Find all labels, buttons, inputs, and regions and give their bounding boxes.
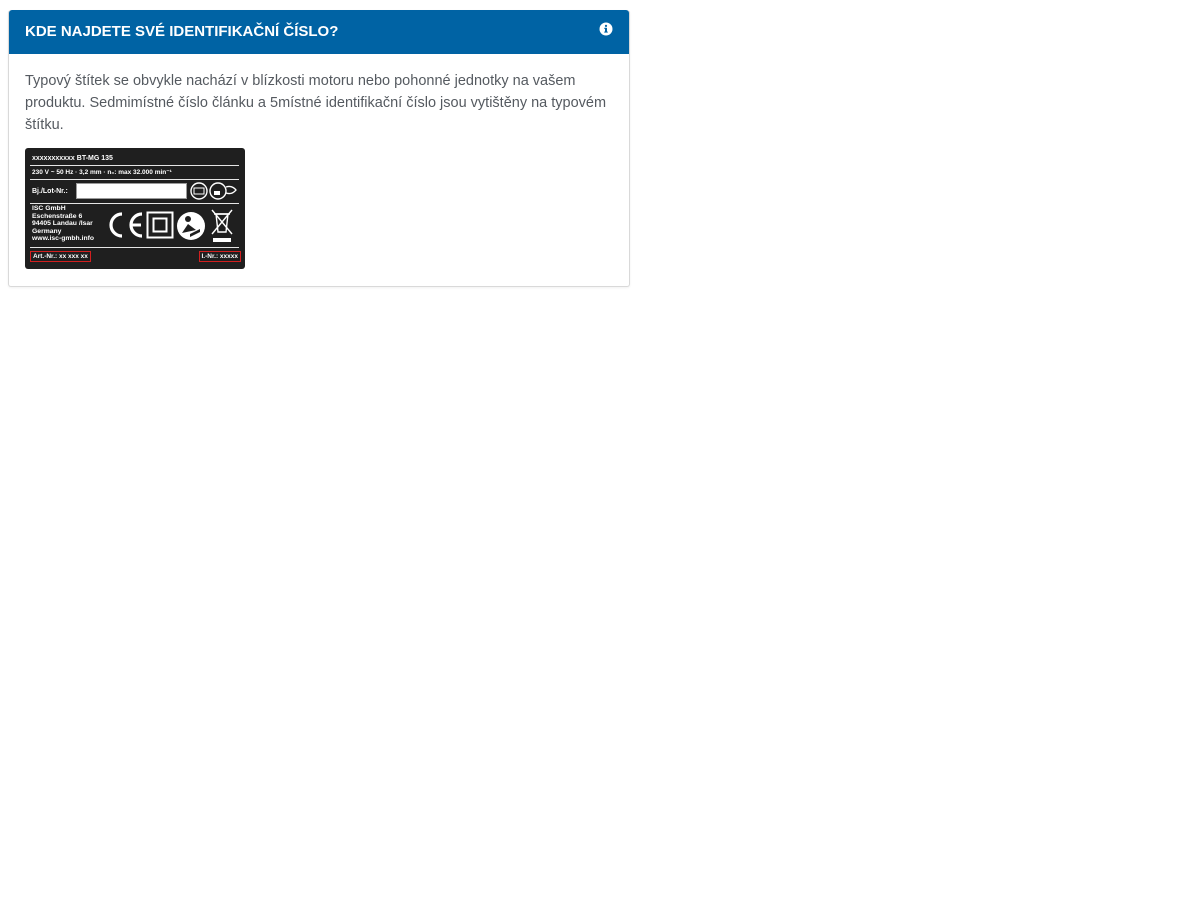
panel-header: KDE NAJDETE SVÉ IDENTIFIKAČNÍ ČÍSLO? bbox=[9, 10, 629, 54]
protection-class-ii-icon bbox=[146, 211, 174, 239]
plate-divider bbox=[30, 179, 239, 180]
read-manual-icon bbox=[177, 212, 205, 240]
gs-approval-icon bbox=[190, 182, 237, 200]
panel-description: Typový štítek se obvykle nachází v blízk… bbox=[25, 73, 607, 133]
panel-body: Typový štítek se obvykle nachází v blízk… bbox=[9, 54, 629, 136]
panel-title: KDE NAJDETE SVÉ IDENTIFIKAČNÍ ČÍSLO? bbox=[25, 23, 339, 40]
plate-company-block: ISC GmbH Eschenstraße 6 94405 Landau /Is… bbox=[32, 205, 94, 243]
info-panel: KDE NAJDETE SVÉ IDENTIFIKAČNÍ ČÍSLO? Typ… bbox=[8, 10, 630, 287]
plate-company-line: 94405 Landau /Isar bbox=[32, 220, 93, 228]
plate-company-line: Germany bbox=[32, 227, 62, 235]
plate-divider bbox=[30, 203, 239, 204]
ident-number-highlight: I.-Nr.: xxxxx bbox=[198, 251, 241, 262]
plate-company-line: www.isc-gmbh.info bbox=[32, 235, 95, 243]
plate-divider bbox=[30, 165, 239, 166]
weee-bin-icon bbox=[211, 209, 233, 242]
plate-divider bbox=[30, 247, 239, 248]
info-circle-icon[interactable] bbox=[599, 22, 613, 36]
plate-lot-label: Bj./Lot-Nr.: bbox=[32, 188, 68, 195]
plate-lot-field bbox=[76, 183, 187, 199]
article-number-highlight: Art.-Nr.: xx xxx xx bbox=[30, 251, 91, 262]
plate-spec-line: 230 V ~ 50 Hz · 3,2 mm · n₀: max 32.000 … bbox=[32, 169, 172, 176]
plate-company-line: Eschenstraße 6 bbox=[32, 212, 83, 220]
type-plate-image: xxxxxxxxxxx BT-MG 135 230 V ~ 50 Hz · 3,… bbox=[25, 148, 245, 269]
ce-mark-icon bbox=[109, 212, 143, 238]
plate-company-line: ISC GmbH bbox=[32, 205, 66, 212]
plate-model-line: xxxxxxxxxxx BT-MG 135 bbox=[32, 155, 113, 162]
